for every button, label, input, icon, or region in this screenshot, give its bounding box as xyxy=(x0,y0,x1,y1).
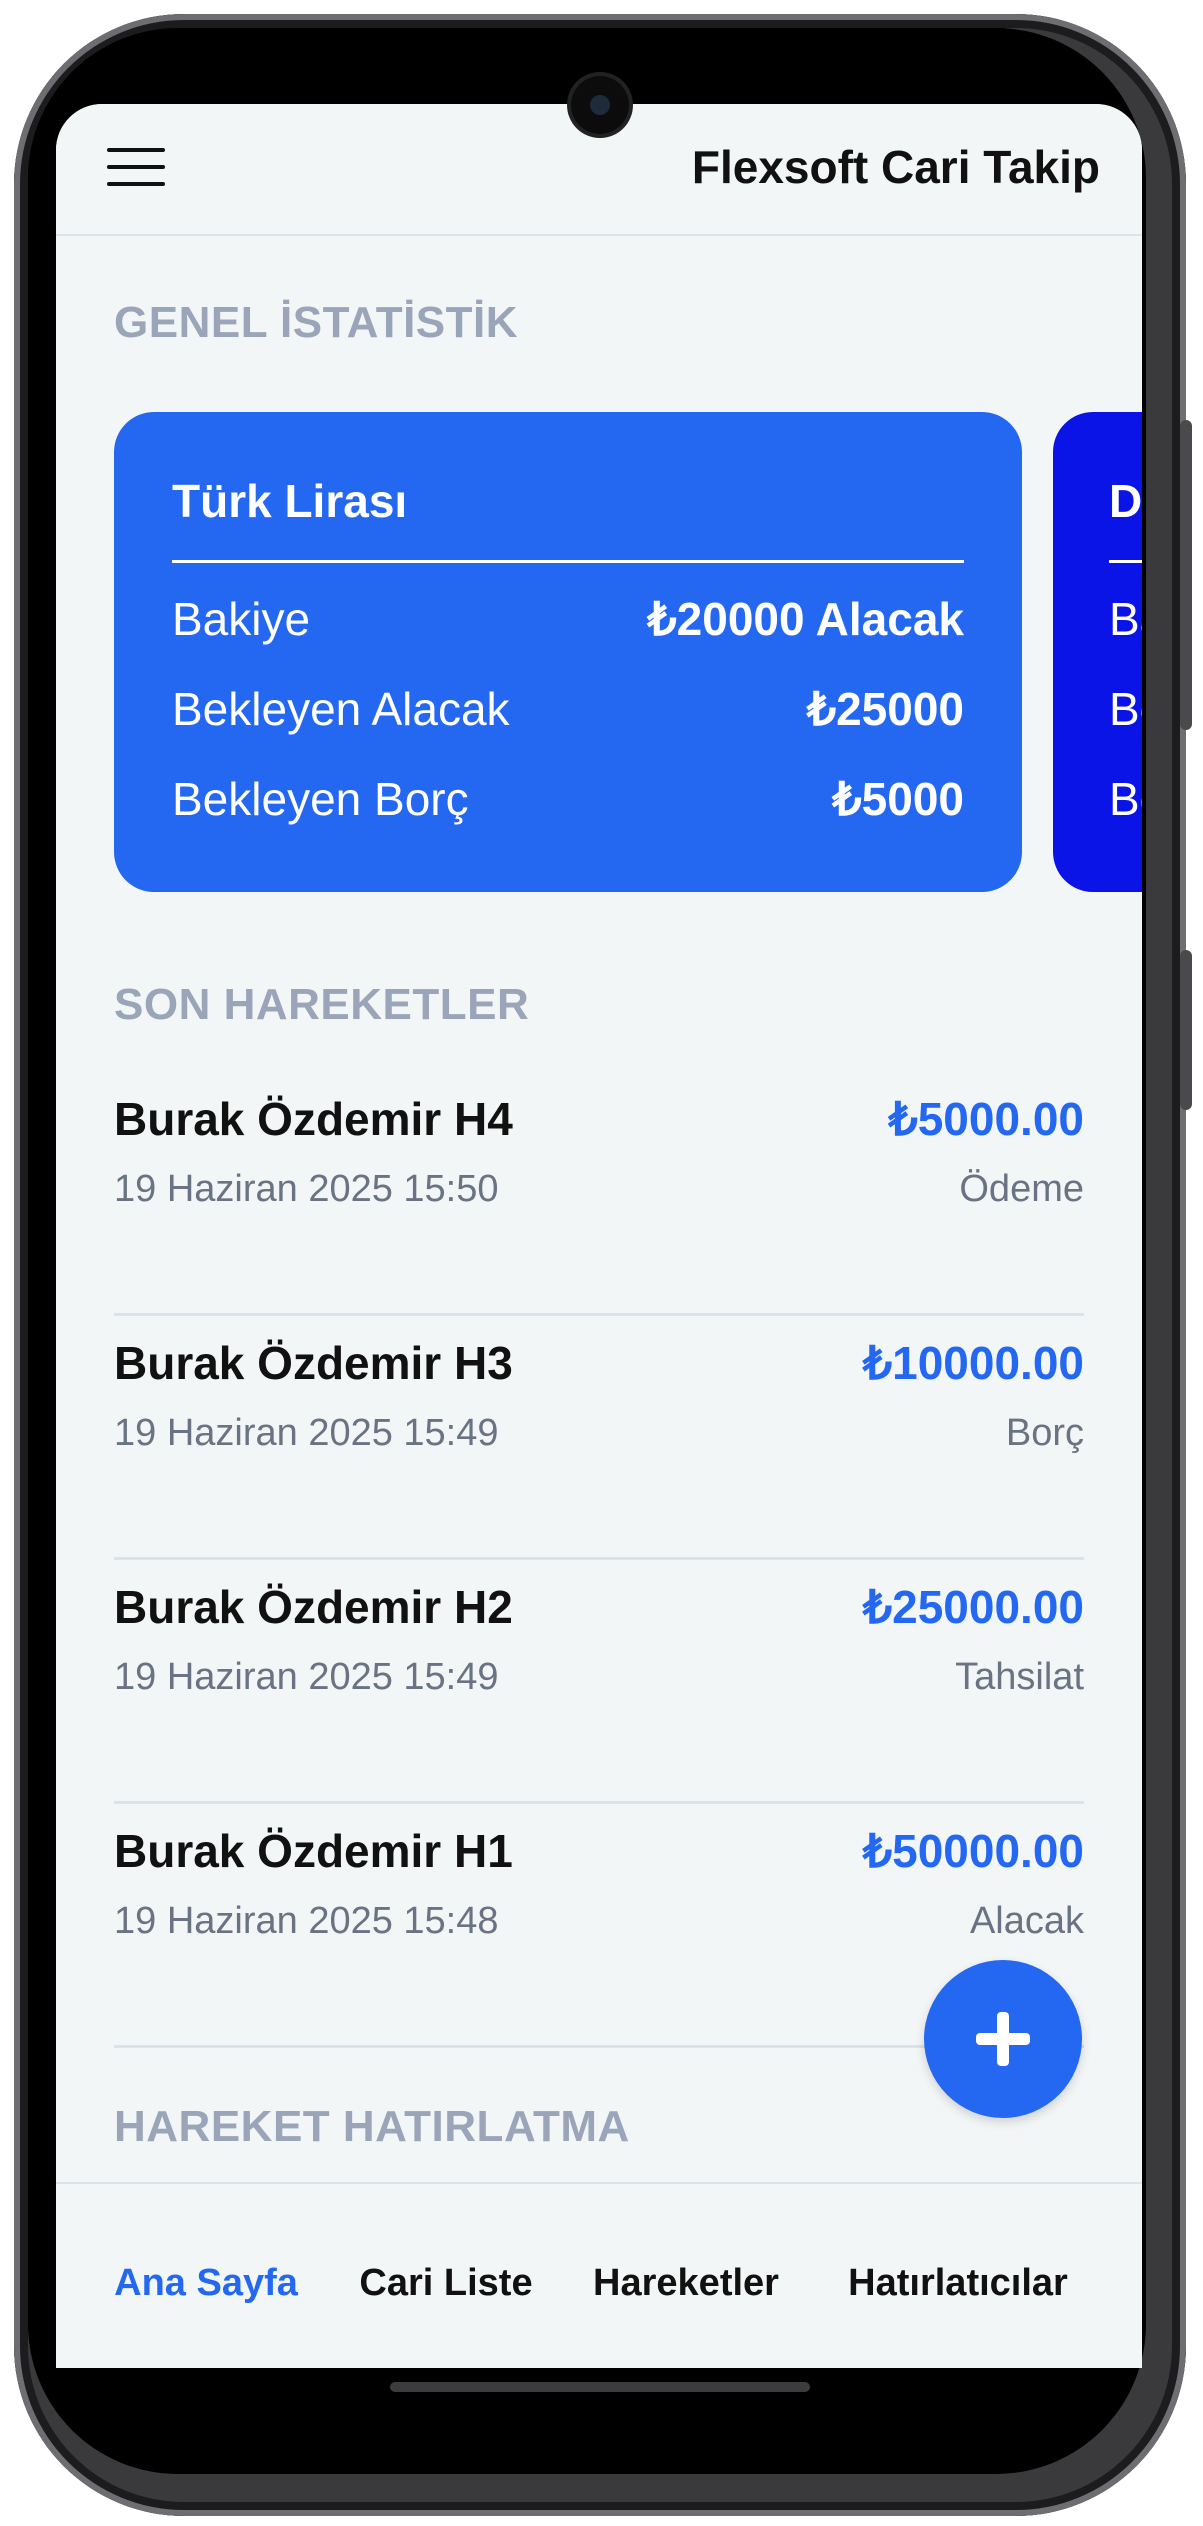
card-row-value: ₺25000 xyxy=(806,683,964,735)
transaction-name: Burak Özdemir H3 xyxy=(114,1337,513,1389)
nav-item-transactions[interactable]: Hareketler xyxy=(566,2262,806,2305)
card-row-pending-debt: Be xyxy=(1109,772,1142,826)
app-screen: Flexsoft Cari Takip GENEL İSTATİSTİK Tür… xyxy=(56,104,1142,2368)
transaction-name: Burak Özdemir H2 xyxy=(114,1581,513,1633)
transaction-item[interactable]: Burak Özdemir H4 19 Haziran 2025 15:50 ₺… xyxy=(114,1070,1084,1316)
add-transaction-button[interactable] xyxy=(924,1960,1082,2118)
transactions-section-title: SON HAREKETLER xyxy=(114,980,530,1029)
card-title: Türk Lirası xyxy=(172,475,408,527)
nav-item-account-list[interactable]: Cari Liste xyxy=(326,2262,566,2305)
transaction-type: Alacak xyxy=(969,1900,1084,1942)
transaction-type: Ödeme xyxy=(959,1168,1084,1210)
transaction-date: 19 Haziran 2025 15:49 xyxy=(114,1412,499,1454)
card-divider xyxy=(172,560,964,563)
card-row-label: Be xyxy=(1109,683,1142,735)
transaction-amount: ₺50000.00 xyxy=(862,1825,1084,1877)
card-row-balance: Ba xyxy=(1109,592,1142,646)
stats-section-title: GENEL İSTATİSTİK xyxy=(114,298,519,347)
card-row-label: Be xyxy=(1109,773,1142,825)
bottom-navigation: Ana Sayfa Cari Liste Hareketler Hatırlat… xyxy=(56,2182,1142,2368)
card-divider xyxy=(1109,560,1142,563)
transaction-item[interactable]: Burak Özdemir H2 19 Haziran 2025 15:49 ₺… xyxy=(114,1558,1084,1804)
card-row-balance: Bakiye ₺20000 Alacak xyxy=(172,592,964,646)
transaction-amount: ₺25000.00 xyxy=(862,1581,1084,1633)
nav-item-reminders[interactable]: Hatırlatıcılar xyxy=(808,2262,1108,2305)
app-title: Flexsoft Cari Takip xyxy=(691,141,1100,193)
transaction-date: 19 Haziran 2025 15:50 xyxy=(114,1168,499,1210)
plus-icon xyxy=(997,2012,1009,2066)
reminders-section-title: HAREKET HATIRLATMA xyxy=(114,2102,630,2151)
stat-card-try[interactable]: Türk Lirası Bakiye ₺20000 Alacak Bekleye… xyxy=(114,412,1022,892)
transaction-amount: ₺5000.00 xyxy=(888,1093,1084,1145)
transaction-amount: ₺10000.00 xyxy=(862,1337,1084,1389)
card-title: Do xyxy=(1109,475,1142,527)
stat-card-second[interactable]: Do Ba Be Be xyxy=(1053,412,1142,892)
card-row-value: ₺20000 Alacak xyxy=(647,593,964,645)
card-row-label: Bekleyen Borç xyxy=(172,773,469,825)
volume-button xyxy=(1180,950,1192,1110)
card-row-pending-receivable: Bekleyen Alacak ₺25000 xyxy=(172,682,964,736)
card-row-value: ₺5000 xyxy=(832,773,964,825)
card-row-pending-debt: Bekleyen Borç ₺5000 xyxy=(172,772,964,826)
transaction-name: Burak Özdemir H4 xyxy=(114,1093,513,1145)
nav-item-home[interactable]: Ana Sayfa xyxy=(56,2262,356,2305)
card-row-pending-receivable: Be xyxy=(1109,682,1142,736)
home-indicator[interactable] xyxy=(390,2382,810,2392)
transaction-date: 19 Haziran 2025 15:48 xyxy=(114,1900,499,1942)
transaction-name: Burak Özdemir H1 xyxy=(114,1825,513,1877)
transaction-type: Borç xyxy=(1005,1412,1084,1454)
card-row-label: Bekleyen Alacak xyxy=(172,683,510,735)
card-row-label: Bakiye xyxy=(172,593,311,645)
transaction-type: Tahsilat xyxy=(955,1656,1084,1698)
transaction-date: 19 Haziran 2025 15:49 xyxy=(114,1656,499,1698)
hamburger-menu-icon[interactable] xyxy=(107,148,167,188)
power-button xyxy=(1180,420,1192,730)
transaction-item[interactable]: Burak Özdemir H3 19 Haziran 2025 15:49 ₺… xyxy=(114,1314,1084,1560)
front-camera-icon xyxy=(571,76,629,134)
card-row-label: Ba xyxy=(1109,593,1142,645)
